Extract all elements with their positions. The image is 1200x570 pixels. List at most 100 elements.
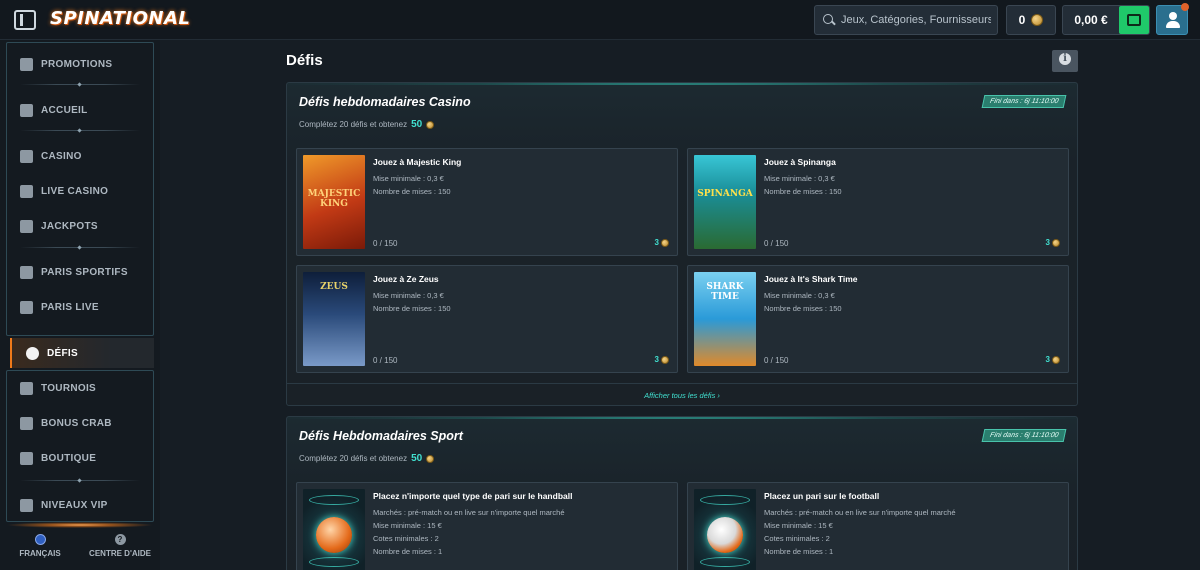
sidebar: PROMOTIONS ACCUEIL CASINO LIVE CASINO JA…: [0, 40, 160, 570]
search-box[interactable]: [814, 5, 998, 35]
challenge-thumbnail: [303, 489, 365, 570]
sidebar-item-label: ACCUEIL: [41, 104, 88, 116]
divider: [20, 480, 140, 481]
sidebar-item-accueil[interactable]: ACCUEIL: [6, 95, 154, 125]
top-bar: SPINATIONAL 0 0,00 €: [0, 0, 1200, 40]
game-thumbnail[interactable]: SHARK TIME: [694, 272, 756, 366]
challenge-card[interactable]: SHARK TIME Jouez à It's Shark Time Mise …: [687, 265, 1069, 373]
coin-icon: [426, 120, 435, 129]
deposit-button[interactable]: [1119, 6, 1149, 34]
challenge-reward: 3: [1046, 355, 1060, 364]
coins-balance[interactable]: 0: [1006, 5, 1056, 35]
crab-icon: [20, 416, 33, 430]
coin-icon: [1052, 238, 1060, 247]
sidebar-item-paris-sportifs[interactable]: PARIS SPORTIFS: [6, 257, 154, 287]
challenge-card[interactable]: MAJESTIC KING Jouez à Majestic King Mise…: [296, 148, 678, 256]
thumbnail-label: MAJESTIC KING: [307, 189, 361, 209]
sidebar-item-label: LIVE CASINO: [41, 185, 109, 197]
game-thumbnail[interactable]: MAJESTIC KING: [303, 155, 365, 249]
sidebar-item-promotions[interactable]: PROMOTIONS: [6, 49, 154, 79]
section-reward: 50: [411, 453, 423, 464]
min-bet: Mise minimale : 15 €: [373, 521, 442, 530]
challenge-title: Placez un pari sur le football: [764, 491, 880, 501]
balance-value: 0,00 €: [1074, 13, 1108, 27]
challenge-reward: 3: [655, 355, 669, 364]
reward-value: 3: [1045, 238, 1050, 247]
sidebar-item-bonus-crab[interactable]: BONUS CRAB: [6, 408, 154, 438]
language-selector[interactable]: FRANÇAIS: [10, 534, 70, 558]
home-icon: [20, 103, 33, 117]
live-icon: [20, 300, 33, 314]
subtitle-text: Complétez 20 défis et obtenez: [299, 454, 408, 463]
challenge-progress: 0 / 150: [764, 356, 789, 365]
bet-count: Nombre de mises : 1: [764, 547, 834, 556]
reward-value: 3: [1045, 355, 1050, 364]
subtitle-text: Complétez 20 défis et obtenez: [299, 120, 408, 129]
sidebar-item-defis[interactable]: DÉFIS: [10, 338, 154, 368]
account-button[interactable]: [1156, 3, 1189, 35]
challenge-title: Jouez à Spinanga: [764, 157, 836, 167]
sidebar-item-tournois[interactable]: TOURNOIS: [6, 373, 154, 403]
show-all-challenges-link[interactable]: Afficher tous les défis ›: [287, 383, 1077, 407]
markets: Marchés : pré-match ou en live sur n'imp…: [373, 508, 565, 517]
min-bet: Mise minimale : 15 €: [764, 521, 833, 530]
help-label: CENTRE D'AIDE: [89, 549, 151, 558]
sidebar-item-label: PARIS SPORTIFS: [41, 266, 128, 278]
sidebar-item-label: JACKPOTS: [41, 220, 98, 232]
sidebar-item-label: DÉFIS: [47, 347, 78, 359]
challenge-card[interactable]: Placez n'importe quel type de pari sur l…: [296, 482, 678, 570]
info-button[interactable]: [1052, 50, 1078, 72]
bet-count: Nombre de mises : 150: [764, 304, 842, 313]
gift-icon: [20, 57, 33, 71]
sidebar-toggle-icon[interactable]: [14, 10, 36, 30]
football-icon: [707, 517, 743, 553]
game-thumbnail[interactable]: ZEUS: [303, 272, 365, 366]
bet-count: Nombre de mises : 150: [373, 187, 451, 196]
sidebar-item-label: BONUS CRAB: [41, 417, 112, 429]
pedestal-ring: [309, 495, 359, 505]
sidebar-glow: [6, 522, 154, 528]
section-title: Défis Hebdomadaires Sport: [299, 429, 463, 443]
help-icon: ?: [114, 534, 126, 545]
section-subtitle: Complétez 20 défis et obtenez 50: [299, 119, 435, 130]
sidebar-item-live-casino[interactable]: LIVE CASINO: [6, 176, 154, 206]
sidebar-item-paris-live[interactable]: PARIS LIVE: [6, 292, 154, 322]
handball-icon: [316, 517, 352, 553]
coins-value: 0: [1018, 13, 1026, 27]
bet-count: Nombre de mises : 150: [764, 187, 842, 196]
sidebar-item-label: NIVEAUX VIP: [41, 499, 108, 511]
sidebar-item-casino[interactable]: CASINO: [6, 141, 154, 171]
challenge-card[interactable]: SPINANGA Jouez à Spinanga Mise minimale …: [687, 148, 1069, 256]
challenge-progress: 0 / 150: [373, 239, 398, 248]
challenge-card[interactable]: ZEUS Jouez à Ze Zeus Mise minimale : 0,3…: [296, 265, 678, 373]
min-bet: Mise minimale : 0,3 €: [764, 291, 835, 300]
divider: [20, 84, 140, 85]
shop-bag-icon: [20, 451, 33, 465]
search-input[interactable]: [841, 14, 991, 26]
wallet-balance[interactable]: 0,00 €: [1062, 5, 1150, 35]
eu-flag-icon: [34, 534, 46, 545]
sport-challenges-section: Défis Hebdomadaires Sport Fini dans : 6j…: [286, 416, 1078, 570]
challenge-title: Jouez à It's Shark Time: [764, 274, 858, 284]
live-casino-icon: [20, 184, 33, 198]
game-thumbnail[interactable]: SPINANGA: [694, 155, 756, 249]
challenge-title: Jouez à Majestic King: [373, 157, 462, 167]
thumbnail-label: SPINANGA: [697, 189, 753, 199]
thumbnail-label: ZEUS: [320, 282, 348, 292]
challenge-progress: 0 / 150: [373, 356, 398, 365]
bet-count: Nombre de mises : 1: [373, 547, 443, 556]
trophy-icon: [20, 381, 33, 395]
challenge-card[interactable]: Placez un pari sur le football Marchés :…: [687, 482, 1069, 570]
sidebar-item-label: PROMOTIONS: [41, 58, 113, 70]
help-center-link[interactable]: ? CENTRE D'AIDE: [82, 534, 158, 558]
timer-badge: Fini dans : 6j 11:10:00: [981, 429, 1067, 442]
site-logo[interactable]: SPINATIONAL: [50, 8, 190, 29]
sidebar-item-boutique[interactable]: BOUTIQUE: [6, 443, 154, 473]
reward-value: 3: [654, 238, 659, 247]
min-bet: Mise minimale : 0,3 €: [373, 291, 444, 300]
sidebar-item-jackpots[interactable]: JACKPOTS: [6, 211, 154, 241]
medal-icon: [26, 346, 39, 360]
section-subtitle: Complétez 20 défis et obtenez 50: [299, 453, 435, 464]
divider: [20, 247, 140, 248]
sidebar-item-niveaux-vip[interactable]: NIVEAUX VIP: [6, 490, 154, 520]
